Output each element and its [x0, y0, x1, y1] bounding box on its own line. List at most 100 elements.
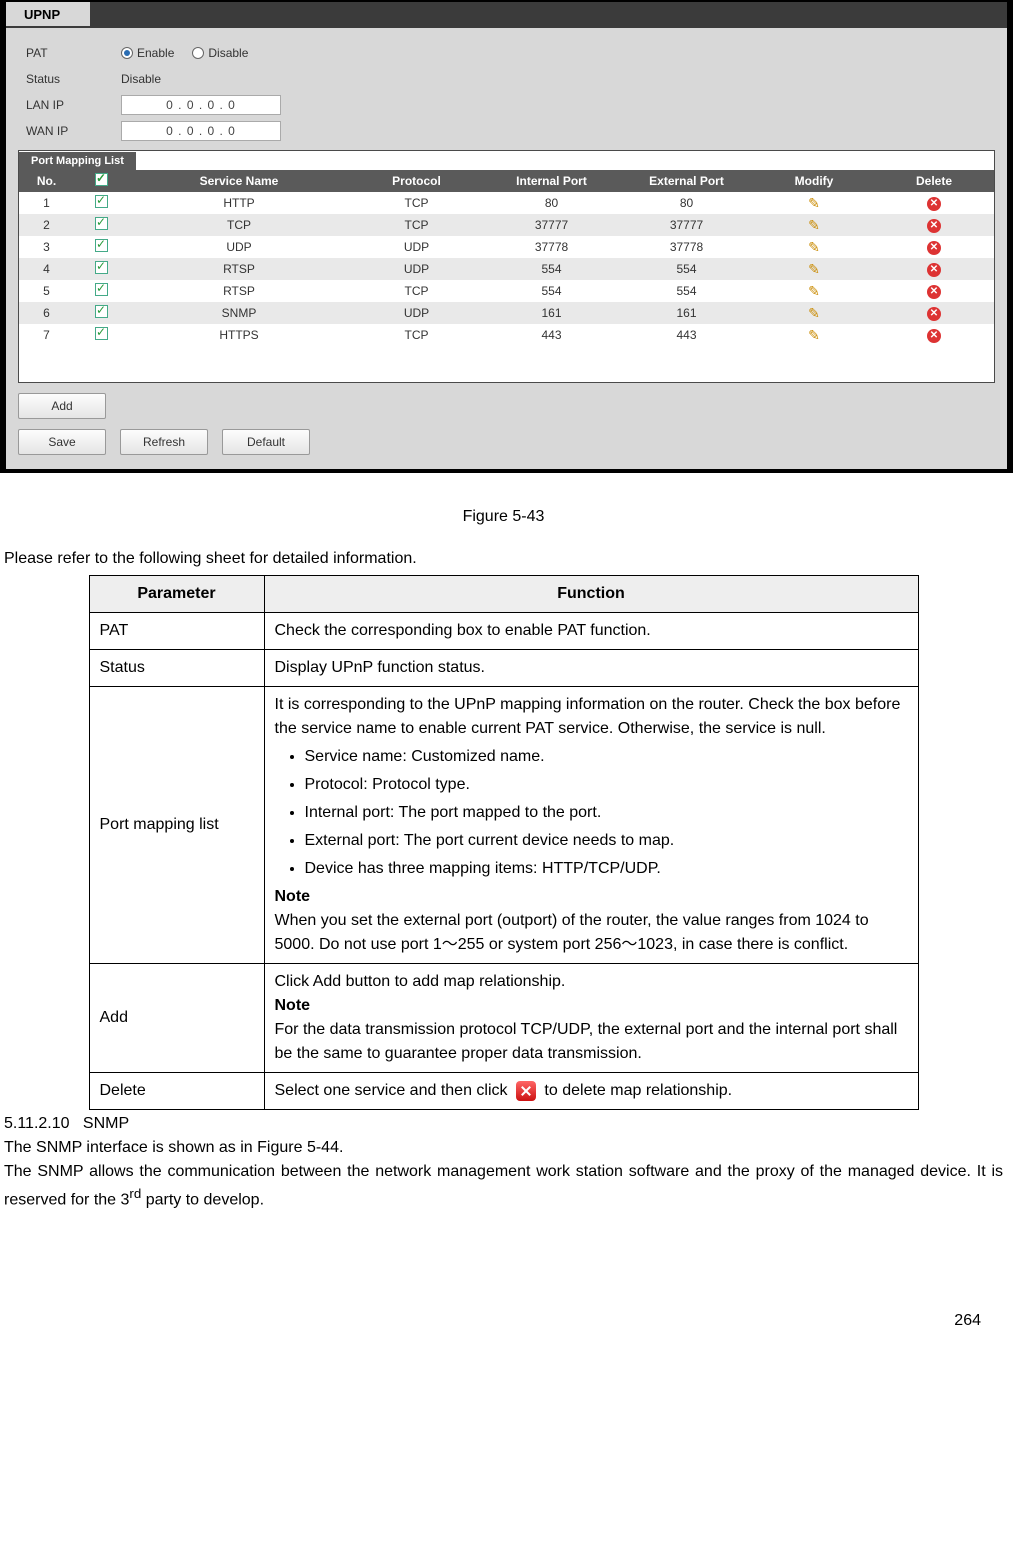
edit-icon[interactable] — [807, 217, 821, 231]
wan-ip-label: WAN IP — [26, 124, 121, 138]
th-parameter: Parameter — [89, 576, 264, 613]
row-add-func: Click Add button to add map relationship… — [264, 964, 918, 1073]
row-checkbox[interactable] — [95, 327, 108, 340]
table-row[interactable]: 6SNMPUDP161161✕ — [19, 302, 994, 324]
row-checkbox[interactable] — [95, 305, 108, 318]
table-row[interactable]: 3UDPUDP3777837778✕ — [19, 236, 994, 258]
figure-caption: Figure 5-43 — [4, 505, 1003, 529]
cell-internal-port: 161 — [484, 306, 619, 320]
row-checkbox[interactable] — [95, 261, 108, 274]
table-row[interactable]: 2TCPTCP3777737777✕ — [19, 214, 994, 236]
add-button[interactable]: Add — [18, 393, 106, 419]
add-line1: Click Add button to add map relationship… — [275, 970, 908, 994]
edit-icon[interactable] — [807, 261, 821, 275]
delete-row-icon[interactable]: ✕ — [927, 241, 941, 255]
delete-icon — [516, 1081, 536, 1101]
add-note-label: Note — [275, 994, 908, 1018]
action-button-row: Save Refresh Default — [6, 423, 1007, 469]
wan-ip-input[interactable]: 0 . 0 . 0 . 0 — [121, 121, 281, 141]
cell-no: 5 — [19, 284, 74, 298]
parameter-table: Parameter Function PAT Check the corresp… — [89, 575, 919, 1110]
cell-external-port: 37777 — [619, 218, 754, 232]
status-label: Status — [26, 72, 121, 86]
cell-no: 7 — [19, 328, 74, 342]
cell-internal-port: 37777 — [484, 218, 619, 232]
col-delete: Delete — [874, 174, 994, 188]
col-service-name: Service Name — [129, 174, 349, 188]
row-pml-func: It is corresponding to the UPnP mapping … — [264, 687, 918, 964]
cell-external-port: 554 — [619, 284, 754, 298]
cell-protocol: TCP — [349, 328, 484, 342]
doc-intro: Please refer to the following sheet for … — [4, 547, 1003, 571]
delete-row-icon[interactable]: ✕ — [927, 285, 941, 299]
row-checkbox[interactable] — [95, 283, 108, 296]
pat-disable-radio[interactable] — [192, 47, 204, 59]
snmp-sup: rd — [129, 1186, 141, 1201]
row-del-func: Select one service and then click to del… — [264, 1073, 918, 1110]
col-modify: Modify — [754, 174, 874, 188]
section-title: SNMP — [83, 1115, 129, 1132]
delete-row-icon[interactable]: ✕ — [927, 197, 941, 211]
cell-service-name: HTTP — [129, 196, 349, 210]
edit-icon[interactable] — [807, 195, 821, 209]
default-button[interactable]: Default — [222, 429, 310, 455]
pat-enable-radio[interactable] — [121, 47, 133, 59]
snmp-line2-b: party to develop. — [141, 1191, 264, 1208]
delete-row-icon[interactable]: ✕ — [927, 329, 941, 343]
cell-protocol: TCP — [349, 218, 484, 232]
edit-icon[interactable] — [807, 239, 821, 253]
cell-service-name: TCP — [129, 218, 349, 232]
table-row[interactable]: 7HTTPSTCP443443✕ — [19, 324, 994, 346]
cell-service-name: RTSP — [129, 262, 349, 276]
pat-enable-radio-label: Enable — [137, 46, 174, 60]
edit-icon[interactable] — [807, 327, 821, 341]
lan-ip-label: LAN IP — [26, 98, 121, 112]
select-all-checkbox[interactable] — [95, 173, 108, 186]
pml-intro: It is corresponding to the UPnP mapping … — [275, 693, 908, 741]
cell-no: 1 — [19, 196, 74, 210]
refresh-button[interactable]: Refresh — [120, 429, 208, 455]
cell-external-port: 161 — [619, 306, 754, 320]
save-button[interactable]: Save — [18, 429, 106, 455]
row-pat-func: Check the corresponding box to enable PA… — [264, 613, 918, 650]
col-internal-port: Internal Port — [484, 174, 619, 188]
pml-bullet-internal-port: Internal port: The port mapped to the po… — [305, 801, 908, 825]
cell-service-name: RTSP — [129, 284, 349, 298]
cell-external-port: 37778 — [619, 240, 754, 254]
pml-note-text: When you set the external port (outport)… — [275, 909, 908, 957]
pml-note-label: Note — [275, 885, 908, 909]
port-mapping-list: Port Mapping List No. Service Name Proto… — [18, 150, 995, 383]
col-protocol: Protocol — [349, 174, 484, 188]
cell-service-name: HTTPS — [129, 328, 349, 342]
cell-protocol: UDP — [349, 306, 484, 320]
row-status-func: Display UPnP function status. — [264, 650, 918, 687]
row-checkbox[interactable] — [95, 195, 108, 208]
cell-external-port: 80 — [619, 196, 754, 210]
cell-external-port: 554 — [619, 262, 754, 276]
add-button-row: Add — [6, 383, 1007, 423]
table-row[interactable]: 4RTSPUDP554554✕ — [19, 258, 994, 280]
pml-bullets: Service name: Customized name. Protocol:… — [275, 745, 908, 881]
delete-row-icon[interactable]: ✕ — [927, 219, 941, 233]
pat-disable-radio-label: Disable — [208, 46, 248, 60]
delete-row-icon[interactable]: ✕ — [927, 307, 941, 321]
tab-upnp[interactable]: UPNP — [6, 2, 90, 26]
cell-no: 4 — [19, 262, 74, 276]
cell-no: 3 — [19, 240, 74, 254]
edit-icon[interactable] — [807, 305, 821, 319]
table-row[interactable]: 5RTSPTCP554554✕ — [19, 280, 994, 302]
delete-row-icon[interactable]: ✕ — [927, 263, 941, 277]
cell-protocol: UDP — [349, 240, 484, 254]
lan-ip-input[interactable]: 0 . 0 . 0 . 0 — [121, 95, 281, 115]
del-post: to delete map relationship. — [544, 1082, 732, 1099]
edit-icon[interactable] — [807, 283, 821, 297]
section-heading: 5.11.2.10 SNMP — [4, 1112, 1003, 1136]
add-line2: For the data transmission protocol TCP/U… — [275, 1018, 908, 1066]
del-pre: Select one service and then click — [275, 1082, 512, 1099]
cell-service-name: SNMP — [129, 306, 349, 320]
row-checkbox[interactable] — [95, 217, 108, 230]
table-row[interactable]: 1HTTPTCP8080✕ — [19, 192, 994, 214]
page-number: 264 — [0, 1252, 1013, 1354]
row-checkbox[interactable] — [95, 239, 108, 252]
cell-internal-port: 443 — [484, 328, 619, 342]
